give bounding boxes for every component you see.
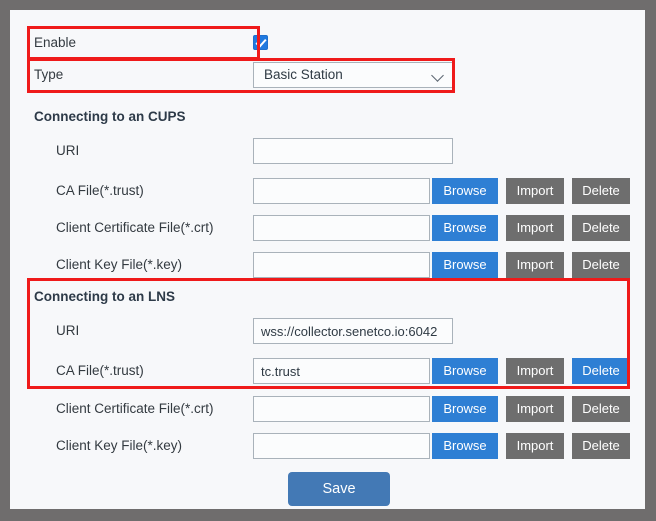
enable-label: Enable [34,35,77,50]
cups-uri-label: URI [56,143,80,158]
lns-uri-input[interactable] [253,318,453,344]
enable-checkbox[interactable] [253,35,268,50]
cups-client-key-import-button[interactable]: Import [506,252,564,278]
lns-client-key-delete-button[interactable]: Delete [572,433,630,459]
section-heading-lns: Connecting to an LNS [34,289,175,304]
lns-client-cert-input[interactable] [253,396,430,422]
cups-uri-input[interactable] [253,138,453,164]
basic-station-config-form: Enable Type Basic Station Connecting to … [10,10,645,509]
chevron-down-icon [431,69,444,82]
lns-ca-file-label: CA File(*.trust) [56,363,144,378]
lns-client-cert-delete-button[interactable]: Delete [572,396,630,422]
cups-client-cert-row: Client Certificate File(*.crt) Browse Im… [10,215,645,241]
lns-client-key-browse-button[interactable]: Browse [432,433,498,459]
cups-client-key-input[interactable] [253,252,430,278]
lns-ca-file-row: CA File(*.trust) Browse Import Delete [10,358,645,384]
cups-client-cert-import-button[interactable]: Import [506,215,564,241]
type-row: Type Basic Station [10,62,645,88]
cups-client-cert-delete-button[interactable]: Delete [572,215,630,241]
type-select-value: Basic Station [264,67,343,82]
screenshot-root: Enable Type Basic Station Connecting to … [0,0,656,521]
cups-client-key-row: Client Key File(*.key) Browse Import Del… [10,252,645,278]
cups-ca-file-row: CA File(*.trust) Browse Import Delete [10,178,645,204]
section-heading-cups: Connecting to an CUPS [34,109,186,124]
lns-ca-file-import-button[interactable]: Import [506,358,564,384]
lns-uri-label: URI [56,323,80,338]
save-button[interactable]: Save [288,472,390,506]
cups-client-key-browse-button[interactable]: Browse [432,252,498,278]
cups-ca-file-import-button[interactable]: Import [506,178,564,204]
type-label: Type [34,67,64,82]
lns-client-cert-row: Client Certificate File(*.crt) Browse Im… [10,396,645,422]
lns-client-key-import-button[interactable]: Import [506,433,564,459]
lns-client-cert-label: Client Certificate File(*.crt) [56,401,214,416]
lns-ca-file-delete-button[interactable]: Delete [572,358,630,384]
window-frame-top [0,0,656,10]
lns-ca-file-input[interactable] [253,358,430,384]
cups-client-cert-input[interactable] [253,215,430,241]
cups-client-key-delete-button[interactable]: Delete [572,252,630,278]
lns-ca-file-browse-button[interactable]: Browse [432,358,498,384]
cups-uri-row: URI [10,138,645,164]
lns-client-cert-import-button[interactable]: Import [506,396,564,422]
lns-uri-row: URI [10,318,645,344]
lns-client-key-input[interactable] [253,433,430,459]
cups-ca-file-label: CA File(*.trust) [56,183,144,198]
cups-ca-file-browse-button[interactable]: Browse [432,178,498,204]
cups-client-cert-browse-button[interactable]: Browse [432,215,498,241]
lns-client-key-label: Client Key File(*.key) [56,438,183,453]
window-frame-right [645,0,656,521]
lns-client-key-row: Client Key File(*.key) Browse Import Del… [10,433,645,459]
window-frame-bottom [0,509,656,521]
cups-client-key-label: Client Key File(*.key) [56,257,183,272]
lns-client-cert-browse-button[interactable]: Browse [432,396,498,422]
enable-row: Enable [10,30,645,56]
window-frame-left [0,0,10,521]
cups-client-cert-label: Client Certificate File(*.crt) [56,220,214,235]
type-select[interactable]: Basic Station [253,62,453,88]
cups-ca-file-delete-button[interactable]: Delete [572,178,630,204]
cups-ca-file-input[interactable] [253,178,430,204]
